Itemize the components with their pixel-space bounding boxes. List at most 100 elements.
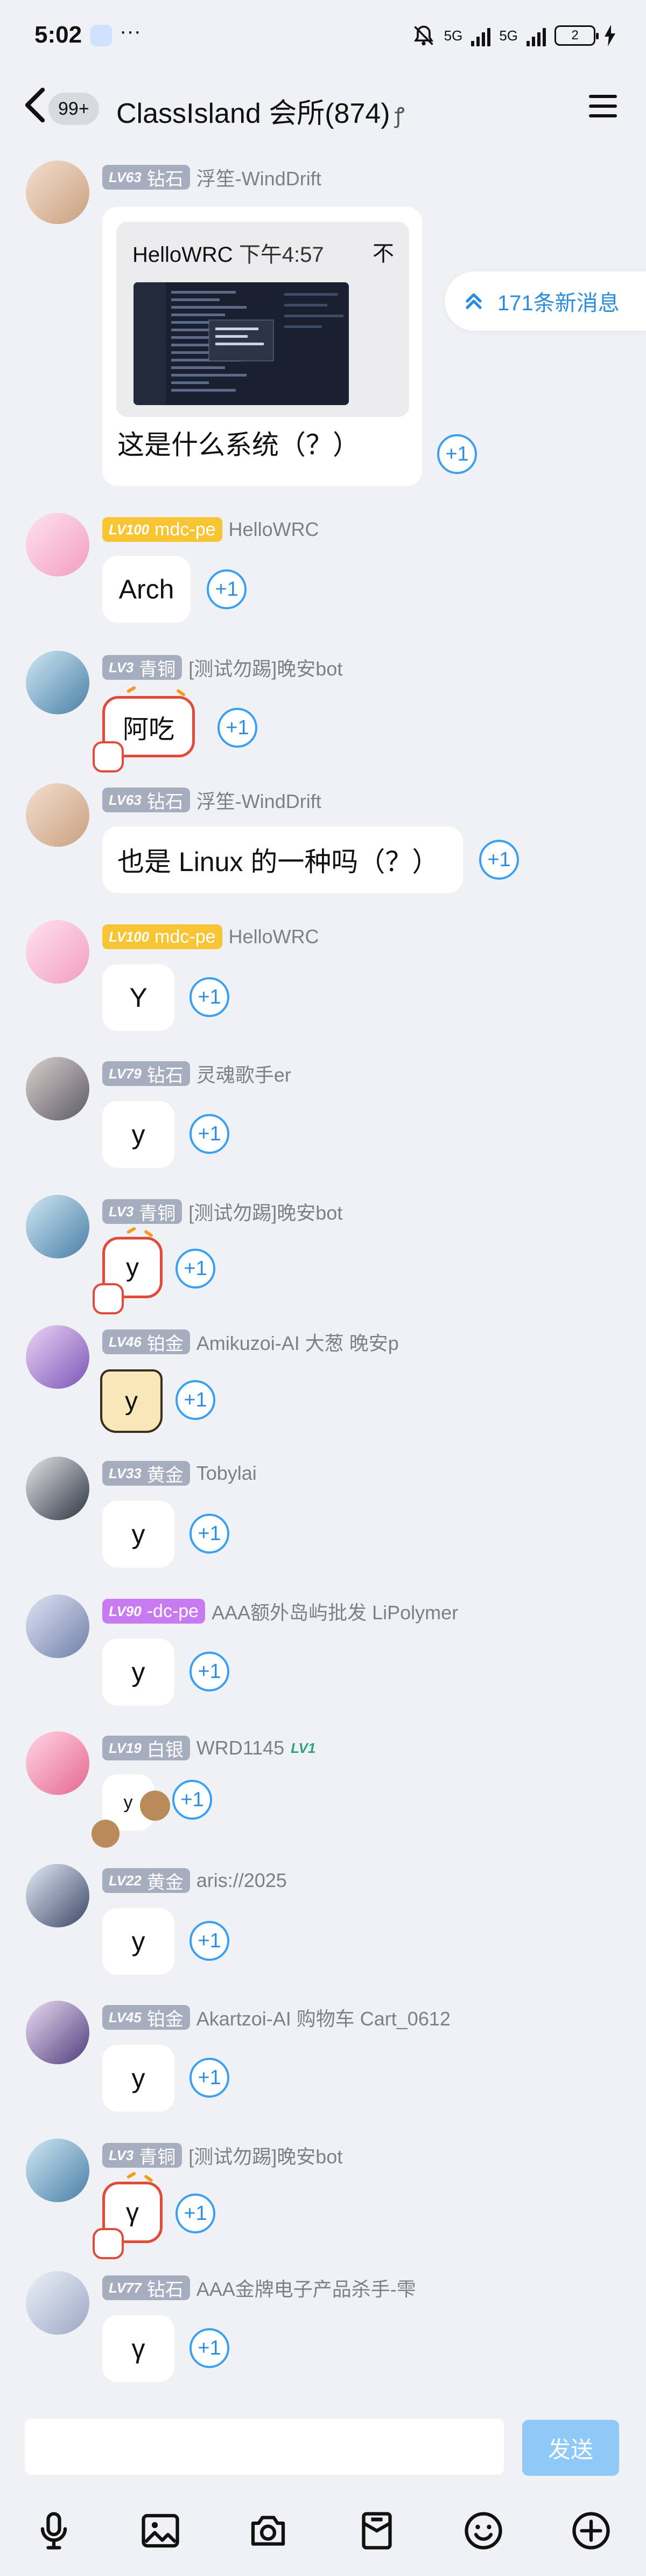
plus-one-button[interactable]: +1 [189,1114,229,1154]
plus-one-button[interactable]: +1 [437,434,477,474]
message-bubble[interactable]: γ [102,2315,174,2382]
camera-icon[interactable] [245,2508,291,2553]
network-type-1: 5G [444,27,463,44]
level-badge: LV63 钻石 [102,165,190,190]
level-badge: LV19 白银 [102,1736,190,1760]
sender-header: LV3 青铜 [测试勿踢]晚安bot [102,653,342,682]
plus-one-button[interactable]: +1 [189,1514,229,1554]
sender-header: LV3 青铜 [测试勿踢]晚安bot [102,1197,342,1226]
message-text: 这是什么系统（？） [117,430,360,460]
unread-badge[interactable]: 99+ [48,93,99,125]
signal-icon [471,25,491,46]
avatar[interactable] [26,2001,89,2064]
plus-one-button[interactable]: +1 [175,2194,215,2233]
message-bubble[interactable]: Y [102,964,174,1031]
sender-header: LV100 mdc-pe HelloWRC [102,515,319,544]
title-badge: LV1 [291,1739,316,1756]
sender-name[interactable]: 浮笙-WindDrift [196,786,321,814]
sender-name[interactable]: AAA额外岛屿批发 LiPolymer [212,1597,458,1625]
avatar[interactable] [26,1325,89,1389]
level-badge: LV33 黄金 [102,1461,190,1486]
message-text: Arch [118,574,174,604]
message-bubble[interactable]: y [102,1639,174,1705]
sender-name[interactable]: 灵魂歌手er [196,1060,291,1088]
avatar[interactable] [26,1864,89,1927]
level-badge: LV63 钻石 [102,788,190,812]
sender-header: LV100 mdc-pe HelloWRC [102,922,319,951]
sender-name[interactable]: [测试勿踢]晚安bot [188,653,342,681]
app-notification-icon [90,25,112,46]
plus-one-button[interactable]: +1 [175,1249,215,1289]
cat-sticker[interactable]: y [100,1369,163,1433]
mic-icon[interactable] [31,2508,76,2553]
reply-header: HelloWRC 下午4:57 [132,237,324,268]
sender-name[interactable]: 浮笙-WindDrift [196,163,321,191]
red-packet-icon[interactable] [354,2508,399,2553]
double-chevron-up-icon [466,293,482,309]
menu-icon[interactable] [587,92,619,120]
sender-name[interactable]: Akartzoi-AI 购物车 Cart_0612 [196,2003,451,2031]
group-title[interactable]: ClassIsland 会所(874) ꝭ [116,90,405,131]
avatar[interactable] [26,651,89,714]
message-bubble[interactable]: y [102,1101,174,1168]
emoji-icon[interactable] [461,2508,506,2553]
sender-name[interactable]: [测试勿踢]晚安bot [188,2141,342,2169]
sender-header: LV45 铂金 Akartzoi-AI 购物车 Cart_0612 [102,2003,451,2032]
avatar[interactable] [26,1457,89,1520]
sender-name[interactable]: AAA金牌电子产品杀手-雫 [196,2274,416,2302]
avatar[interactable] [26,2139,89,2202]
image-icon[interactable] [138,2508,183,2553]
message-text: y [131,2063,145,2093]
avatar[interactable] [26,920,89,984]
plus-one-button[interactable]: +1 [207,569,247,609]
reply-preview[interactable]: HelloWRC 下午4:57 不 [116,222,409,417]
level-badge: LV79 钻石 [102,1061,190,1086]
send-button[interactable]: 发送 [522,2420,619,2476]
back-icon[interactable] [22,87,48,123]
avatar[interactable] [26,783,89,847]
sender-name[interactable]: HelloWRC [229,518,319,541]
sender-header: LV90 -dc-pe AAA额外岛屿批发 LiPolymer [102,1597,458,1626]
plus-one-button[interactable]: +1 [175,1380,215,1420]
sender-name[interactable]: WRD1145 [196,1737,284,1759]
message-bubble[interactable]: 也是 Linux 的一种吗（？） [102,826,463,893]
plus-one-button[interactable]: +1 [189,2058,229,2098]
avatar[interactable] [26,1195,89,1258]
avatar[interactable] [26,2271,89,2335]
signal-icon-2 [526,25,546,46]
message-bubble[interactable]: Arch [102,556,191,623]
plus-icon[interactable] [568,2508,614,2553]
avatar[interactable] [26,1595,89,1658]
sticker-text: 阿吃 [122,715,174,744]
message-bubble[interactable]: y [102,1501,174,1568]
level-badge: LV45 铂金 [102,2005,190,2030]
avatar[interactable] [26,1731,89,1795]
avatar[interactable] [26,161,89,224]
plus-one-button[interactable]: +1 [217,708,257,748]
new-messages-button[interactable]: 171条新消息 [445,271,646,331]
plus-one-button[interactable]: +1 [189,977,229,1017]
bear-sticker-icon [92,1820,120,1848]
plus-one-button[interactable]: +1 [189,2328,229,2368]
avatar[interactable] [26,513,89,576]
avatar[interactable] [26,1057,89,1120]
plus-one-button[interactable]: +1 [189,1921,229,1961]
sender-name[interactable]: aris://2025 [196,1869,287,1892]
screenshot-thumbnail[interactable] [134,282,349,405]
chat-header: 99+ ClassIsland 会所(874) ꝭ [0,75,646,136]
message-bubble[interactable]: y [102,1908,174,1975]
fist-icon [93,741,124,772]
sender-name[interactable]: Amikuzoi-AI 大葱 晚安p [196,1328,399,1356]
sender-name[interactable]: [测试勿踢]晚安bot [188,1198,342,1226]
composer-bar: 发送 [0,2411,646,2487]
plus-one-button[interactable]: +1 [479,840,519,880]
reply-name: HelloWRC [132,243,233,267]
message-input[interactable] [25,2419,504,2475]
sender-name[interactable]: HelloWRC [229,925,319,948]
plus-one-button[interactable]: +1 [172,1780,212,1820]
message-text: y [131,1119,145,1150]
message-bubble[interactable]: y [102,2045,174,2112]
sender-name[interactable]: Tobylai [196,1462,257,1485]
plus-one-button[interactable]: +1 [189,1652,229,1691]
sender-header: LV63 钻石 浮笙-WindDrift [102,163,321,192]
